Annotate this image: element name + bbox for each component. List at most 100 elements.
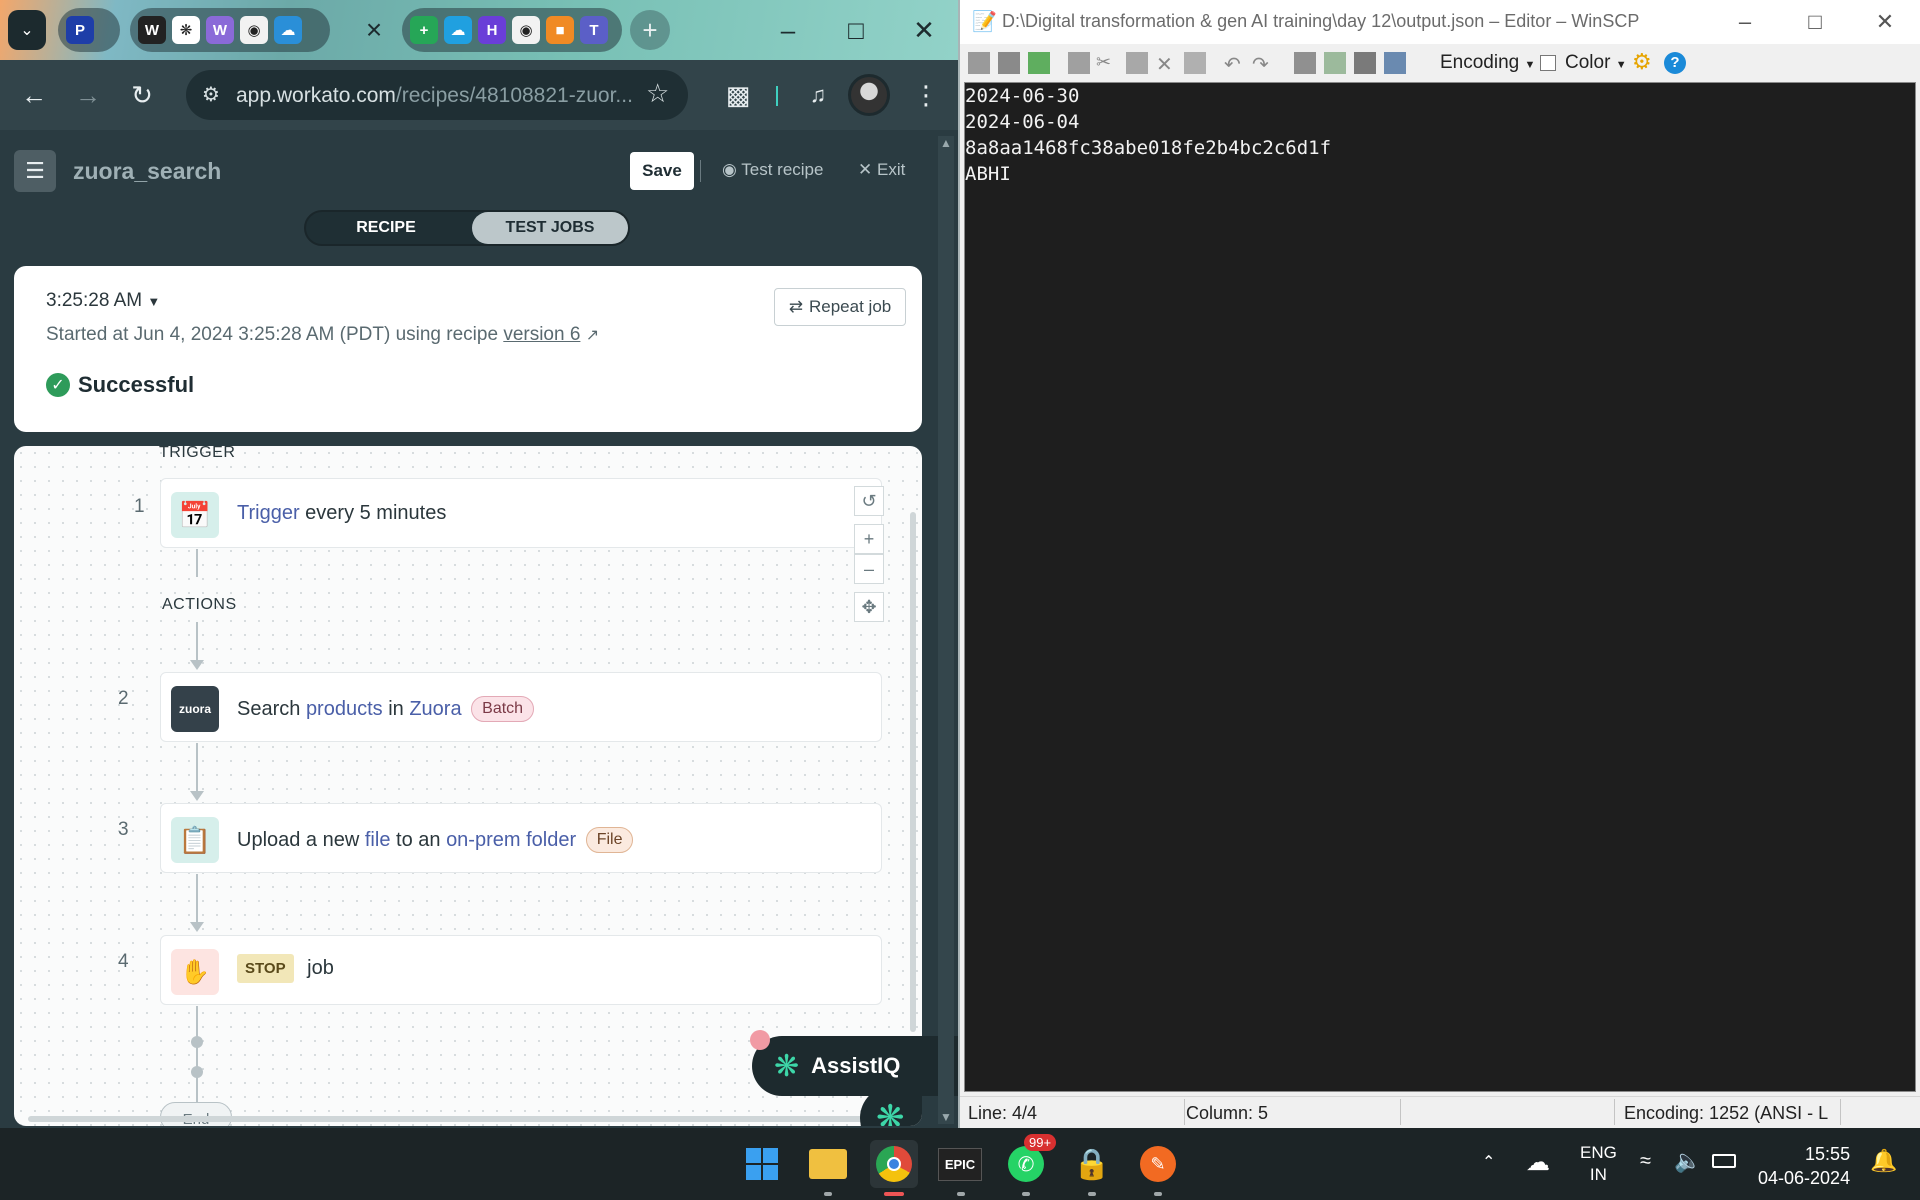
reset-view-button[interactable]: ↺	[854, 486, 884, 516]
save-all-icon[interactable]	[998, 52, 1020, 74]
color-menu[interactable]: Color ▼	[1565, 52, 1627, 74]
w-logo-icon: W	[138, 16, 166, 44]
exit-button[interactable]: ✕ Exit	[858, 160, 905, 180]
maximize-button[interactable]: □	[822, 0, 890, 60]
notification-bell-icon[interactable]: 🔔	[1870, 1148, 1897, 1174]
status-column: Column: 5	[1186, 1103, 1269, 1123]
cut-icon[interactable]: ✂	[1096, 52, 1118, 74]
snipping-tool-button[interactable]: 🔒	[1068, 1140, 1116, 1188]
assistiq-button[interactable]: ❋ AssistIQ	[752, 1036, 958, 1096]
minimize-button[interactable]: –	[754, 0, 822, 60]
goto-line-icon[interactable]	[1384, 52, 1406, 74]
language-indicator[interactable]: ENG IN	[1580, 1142, 1617, 1186]
new-tab-button[interactable]: +	[630, 10, 670, 50]
volume-icon[interactable]: 🔈	[1674, 1148, 1701, 1174]
copy-icon[interactable]	[1068, 52, 1090, 74]
select-all-icon[interactable]	[1184, 52, 1206, 74]
forward-icon[interactable]: →	[70, 77, 106, 113]
site-info-icon[interactable]: ⚙	[202, 82, 220, 107]
running-indicator	[824, 1192, 832, 1196]
minimize-button[interactable]: –	[1710, 0, 1780, 44]
scroll-up-icon[interactable]: ▲	[938, 136, 954, 150]
close-window-button[interactable]: ✕	[890, 0, 958, 60]
tab-test-jobs[interactable]: TEST JOBS	[472, 212, 628, 244]
editor-toolbar: ✂ ✕ ↶ ↷ Encoding ▼ Color ▼ ⚙ ?	[960, 44, 1920, 82]
color-checkbox[interactable]	[1540, 55, 1556, 71]
browser-toolbar: ← → ↻ ⚙ app.workato.com/recipes/48108821…	[0, 60, 958, 130]
fit-view-button[interactable]: ✥	[854, 592, 884, 622]
step-trigger[interactable]: 📅 Trigger every 5 minutes	[160, 478, 882, 548]
tab-recipe[interactable]: RECIPE	[306, 212, 466, 244]
pen-app-button[interactable]: ✎	[1134, 1140, 1182, 1188]
epic-games-button[interactable]: EPIC	[936, 1140, 984, 1188]
version-link[interactable]: version 6	[503, 324, 580, 345]
close-tab-button[interactable]: ×	[356, 10, 392, 50]
find-next-icon[interactable]	[1354, 52, 1376, 74]
scroll-down-icon[interactable]: ▼	[938, 1110, 954, 1124]
connector-arrow	[190, 791, 204, 801]
test-recipe-button[interactable]: ◉ Test recipe	[722, 160, 823, 180]
chevron-down-icon: ⌄	[20, 22, 34, 39]
step-upload-file[interactable]: 📋 Upload a new file to an on-prem folder…	[160, 803, 882, 873]
settings-gear-icon[interactable]: ⚙	[1632, 49, 1654, 74]
wifi-icon[interactable]: ≈	[1640, 1150, 1651, 1173]
paste-icon[interactable]	[1126, 52, 1148, 74]
whatsapp-button[interactable]: ✆ 99+	[1002, 1134, 1057, 1188]
status-divider	[1400, 1099, 1401, 1125]
battery-icon[interactable]	[1712, 1154, 1736, 1168]
epic-games-icon: EPIC	[937, 1147, 983, 1181]
lock-icon: 🔒	[1073, 1147, 1111, 1181]
bookmark-star-icon[interactable]: ☆	[646, 78, 669, 109]
show-hidden-icons[interactable]: ⌃	[1482, 1152, 1495, 1172]
save-button[interactable]: Save	[630, 152, 694, 190]
tab-group-1[interactable]: P	[58, 8, 120, 52]
close-icon: ✕	[858, 160, 873, 179]
back-icon[interactable]: ←	[16, 77, 52, 113]
job-time-dropdown[interactable]: 3:25:28 AM ▼	[46, 290, 160, 312]
tab-group-3[interactable]: + ☁ H ◉ ■ T	[402, 8, 622, 52]
media-controls-icon[interactable]: ♫	[800, 77, 836, 113]
horizontal-scrollbar[interactable]	[28, 1116, 874, 1122]
address-bar[interactable]: ⚙ app.workato.com/recipes/48108821-zuor.…	[186, 70, 688, 120]
vertical-scrollbar[interactable]	[910, 512, 916, 1032]
redo-icon[interactable]: ↷	[1252, 52, 1274, 76]
toolbar-divider	[776, 86, 778, 106]
file-explorer-button[interactable]	[804, 1140, 852, 1188]
editor-line: ABHI	[965, 163, 1011, 185]
ps-icon: P	[66, 16, 94, 44]
step-stop-job[interactable]: ✋ STOP job	[160, 935, 882, 1005]
undo-icon[interactable]: ↶	[1224, 52, 1246, 76]
onedrive-icon[interactable]: ☁	[1526, 1148, 1550, 1177]
status-bar: Line: 4/4 Column: 5 Encoding: 1252 (ANSI…	[960, 1096, 1920, 1128]
zoom-in-button[interactable]: +	[854, 524, 884, 554]
help-icon[interactable]: ?	[1664, 52, 1686, 74]
zoom-out-button[interactable]: –	[854, 554, 884, 584]
running-indicator	[957, 1192, 965, 1196]
save-icon[interactable]	[968, 52, 990, 74]
step-search-products[interactable]: zuora Search products in Zuora Batch	[160, 672, 882, 742]
replace-icon[interactable]	[1324, 52, 1346, 74]
recipe-doc-icon[interactable]: ☰	[14, 150, 56, 192]
tab-search-button[interactable]: ⌄	[8, 10, 46, 50]
file-pill: File	[585, 827, 634, 853]
avatar[interactable]	[848, 74, 890, 116]
maximize-button[interactable]: □	[1780, 0, 1850, 44]
box-icon: ■	[546, 16, 574, 44]
menu-kebab-icon[interactable]: ⋮	[908, 77, 944, 113]
recipe-canvas[interactable]: TRIGGER 1 📅 Trigger every 5 minutes ACTI…	[14, 446, 922, 1126]
delete-icon[interactable]: ✕	[1156, 52, 1178, 76]
repeat-job-button[interactable]: ⇄ Repeat job	[774, 288, 906, 326]
text-editor[interactable]: 2024-06-30 2024-06-04 8a8aa1468fc38abe01…	[964, 82, 1916, 1092]
reload-icon[interactable]	[1028, 52, 1050, 74]
page-scrollbar[interactable]: ▲ ▼	[938, 136, 954, 1124]
reload-icon[interactable]: ↻	[124, 77, 160, 113]
browser-window: ⌄ P W ❋ W ◉ ☁ × + ☁ H ◉ ■ T + – □ ✕ ← → …	[0, 0, 958, 1128]
find-icon[interactable]	[1294, 52, 1316, 74]
extensions-icon[interactable]: ▩	[720, 77, 756, 113]
chrome-button[interactable]	[870, 1140, 918, 1188]
tab-group-2[interactable]: W ❋ W ◉ ☁	[130, 8, 330, 52]
encoding-menu[interactable]: Encoding ▼	[1440, 52, 1535, 74]
clock[interactable]: 15:55 04-06-2024	[1758, 1142, 1850, 1190]
start-button[interactable]	[738, 1140, 786, 1188]
close-window-button[interactable]: ✕	[1850, 0, 1920, 44]
